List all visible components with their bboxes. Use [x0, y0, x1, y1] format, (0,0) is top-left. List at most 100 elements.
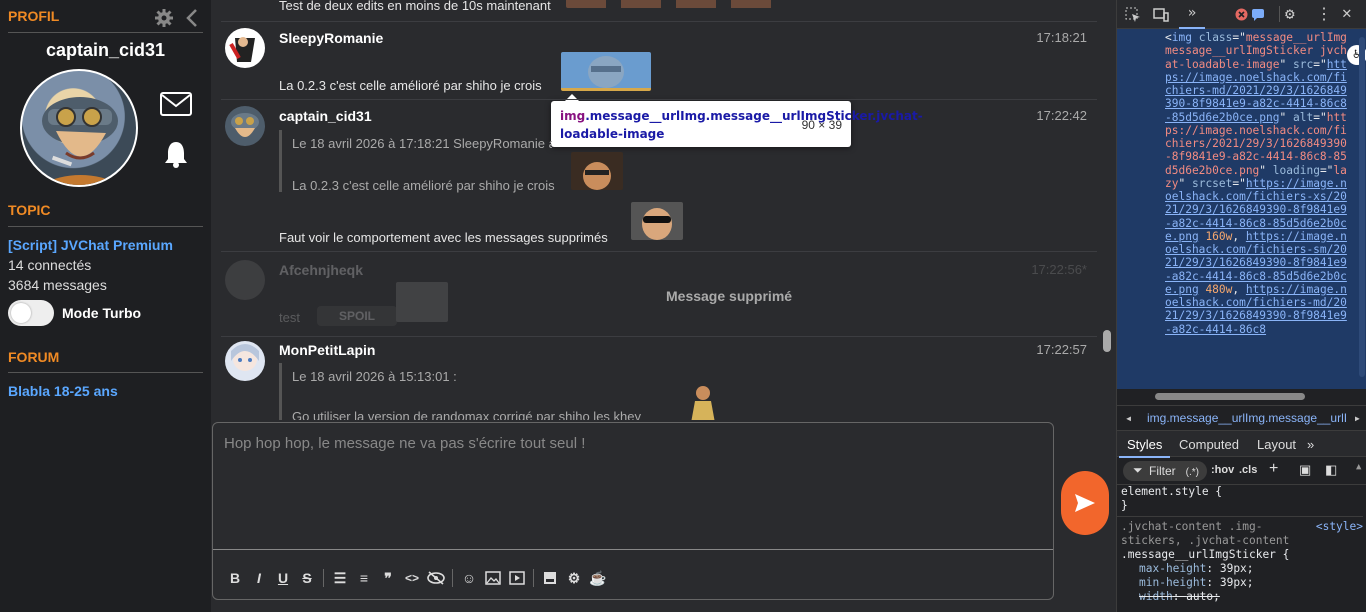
styles-filter-bar: ⏷ Filter (.*) :hov .cls + ▣ ◧	[1117, 457, 1366, 485]
filter-input[interactable]: ⏷ Filter (.*)	[1123, 461, 1207, 481]
tab-layout[interactable]: Layout	[1257, 437, 1296, 452]
paint-icon[interactable]: ▣	[1299, 462, 1311, 478]
css-value[interactable]: 39px;	[1220, 562, 1254, 575]
spoil-button[interactable]: SPOIL	[317, 306, 397, 326]
style-source-link[interactable]: <style>	[1316, 520, 1363, 534]
message: MonPetitLapin 17:22:57 Le 18 avril 2026 …	[221, 336, 1097, 420]
message-author[interactable]: MonPetitLapin	[279, 342, 375, 358]
sidebar-toggle-icon[interactable]: ◧	[1325, 462, 1337, 478]
divider	[8, 226, 203, 227]
divider	[8, 32, 203, 33]
element-style-rule: element.style {	[1121, 485, 1223, 498]
devtools-panel: » ⚙ ⋮ ✕ <img class="message__urlImg mess…	[1116, 0, 1366, 612]
settings-icon[interactable]: ⚙	[562, 566, 586, 590]
inspect-icon[interactable]	[1125, 7, 1141, 23]
send-icon	[1075, 494, 1095, 512]
quote-header: Le 18 avril 2026 à 17:18:21 SleepyRomani…	[292, 136, 552, 151]
avatar	[225, 341, 265, 381]
topic-title: TOPIC	[8, 202, 51, 218]
filter-icon: ⏷	[1133, 463, 1143, 477]
new-rule-icon[interactable]: +	[1269, 460, 1278, 478]
styles-scroll-arrows[interactable]: ▲	[1356, 462, 1364, 502]
avatar	[20, 69, 138, 187]
message-input[interactable]: Hop hop hop, le message ne va pas s'écri…	[213, 423, 1053, 550]
rule-close: }	[1121, 499, 1128, 512]
video-icon[interactable]	[505, 566, 529, 590]
forum-link[interactable]: Blabla 18-25 ans	[8, 383, 118, 399]
deleted-label: Message supprimé	[666, 288, 793, 304]
message-author[interactable]: Afcehnjheqk	[279, 262, 363, 278]
error-icon[interactable]	[1235, 8, 1248, 21]
avatar	[225, 106, 265, 146]
more-tabs-icon[interactable]: »	[1307, 437, 1314, 452]
chevron-left-icon[interactable]	[184, 8, 200, 28]
quote-text: Go utiliser la version de randomax corri…	[292, 409, 642, 420]
mail-icon[interactable]	[160, 92, 192, 116]
chat-scrollbar[interactable]	[1101, 0, 1113, 420]
forum-title: FORUM	[8, 349, 60, 365]
close-icon[interactable]: ✕	[1342, 3, 1352, 22]
sticker-image	[561, 52, 651, 91]
kebab-menu-icon[interactable]: ⋮	[1316, 4, 1332, 23]
breadcrumb-item[interactable]: img.message__urlImg.message__urlImgStick…	[1147, 411, 1347, 425]
italic-icon[interactable]: I	[247, 566, 271, 590]
css-property[interactable]: max-height	[1139, 562, 1206, 575]
breadcrumb-left-arrow[interactable]: ◂	[1125, 411, 1132, 425]
css-property[interactable]: min-height	[1139, 576, 1206, 589]
bell-icon[interactable]	[164, 140, 188, 168]
image-icon[interactable]	[481, 566, 505, 590]
chat-messages: Test de deux edits en moins de 10s maint…	[211, 0, 1099, 420]
selector-line: stickers, .jvchat-content	[1121, 534, 1290, 547]
tab-computed[interactable]: Computed	[1179, 437, 1239, 452]
quote-block: Le 18 avril 2026 à 17:18:21 SleepyRomani…	[279, 130, 699, 193]
message-text: Test de deux edits en moins de 10s maint…	[279, 0, 551, 13]
avatar	[225, 28, 265, 68]
issues-icon[interactable]	[1251, 8, 1265, 21]
message-text: test	[279, 310, 300, 325]
css-value[interactable]: 39px;	[1220, 576, 1254, 589]
bullet-list-icon[interactable]: ☰	[328, 566, 352, 590]
sticker-panel-icon[interactable]	[538, 566, 562, 590]
code-icon[interactable]: <>	[400, 566, 424, 590]
more-tabs-icon[interactable]: »	[1179, 0, 1205, 29]
numbered-list-icon[interactable]: ≡	[352, 566, 376, 590]
message-author[interactable]: captain_cid31	[279, 108, 372, 124]
message: SleepyRomanie 17:18:21 La 0.2.3 c'est ce…	[221, 21, 1097, 99]
smiley-icon[interactable]: ☺	[457, 566, 481, 590]
spoiler-eye-icon[interactable]	[424, 566, 448, 590]
styles-pane[interactable]: element.style { } .jvchat-content .img- …	[1117, 485, 1366, 612]
quote-block: Le 18 avril 2026 à 15:13:01 : Go utilise…	[279, 363, 699, 420]
quote-icon[interactable]: ❞	[376, 566, 400, 590]
sticker-image	[566, 0, 786, 8]
dom-horizontal-scrollbar[interactable]	[1127, 390, 1355, 402]
profile-title: PROFIL	[8, 8, 60, 24]
mode-turbo-label: Mode Turbo	[62, 305, 142, 321]
bold-icon[interactable]: B	[223, 566, 247, 590]
css-property[interactable]: width	[1139, 590, 1173, 603]
cls-toggle[interactable]: .cls	[1239, 464, 1257, 476]
messages-count: 3684 messages	[8, 277, 107, 293]
connected-count: 14 connectés	[8, 257, 92, 273]
send-button[interactable]	[1061, 471, 1109, 535]
tab-styles[interactable]: Styles	[1118, 437, 1171, 458]
styles-tabs: Styles Computed Layout »	[1117, 431, 1366, 458]
css-value[interactable]: auto;	[1186, 590, 1220, 603]
strikethrough-icon[interactable]: S	[295, 566, 319, 590]
hov-toggle[interactable]: :hov	[1211, 464, 1234, 476]
message: captain_cid31 17:22:42 Le 18 avril 2026 …	[221, 99, 1097, 250]
message-author[interactable]: SleepyRomanie	[279, 30, 383, 46]
devtools-toolbar: » ⚙ ⋮ ✕	[1117, 0, 1366, 29]
dom-tree[interactable]: <img class="message__urlImg message__url…	[1117, 29, 1366, 389]
breadcrumb: ◂ img.message__urlImg.message__urlImgSti…	[1117, 405, 1366, 431]
breadcrumb-right-arrow[interactable]: ▸	[1354, 411, 1361, 425]
underline-icon[interactable]: U	[271, 566, 295, 590]
gear-icon[interactable]	[154, 8, 174, 28]
mode-turbo-toggle[interactable]	[8, 300, 54, 326]
message-text: Faut voir le comportement avec les messa…	[279, 230, 608, 245]
message-text: La 0.2.3 c'est celle amélioré par shiho …	[279, 78, 542, 93]
settings-gear-icon[interactable]: ⚙	[1285, 4, 1295, 23]
device-toolbar-icon[interactable]	[1153, 7, 1169, 23]
topic-link[interactable]: [Script] JVChat Premium	[8, 237, 173, 253]
coffee-icon[interactable]: ☕	[586, 566, 610, 590]
sidebar: PROFIL captain_cid31 TOPIC [Script] JVCh…	[0, 0, 211, 612]
